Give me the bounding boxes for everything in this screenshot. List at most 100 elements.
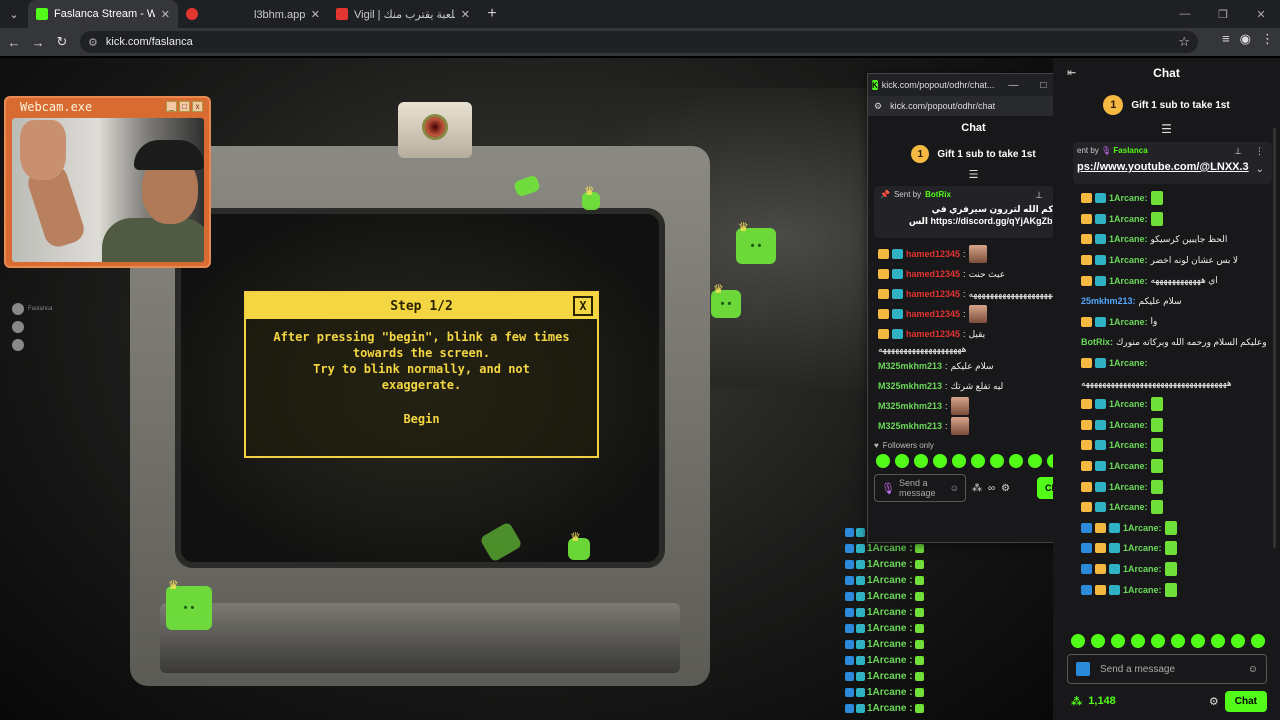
chat-username[interactable]: 1Arcane: (1123, 564, 1162, 574)
more-menu-icon[interactable]: ⋮ (1261, 31, 1274, 47)
chat-username[interactable]: 1Arcane: (1123, 585, 1162, 595)
side-pinned-username[interactable]: Faslanca (1113, 146, 1147, 155)
chat-username[interactable]: 1Arcane: (1109, 193, 1148, 203)
chat-username[interactable]: 1Arcane: (1123, 543, 1162, 553)
tab-l3bhm[interactable]: l3bhm.app | لعبهم ✕ (178, 0, 328, 28)
emote-icon[interactable] (1009, 454, 1023, 468)
chat-username[interactable]: 1Arcane: (1109, 234, 1148, 244)
media-controls-icon[interactable]: ≡ (1222, 31, 1230, 47)
maximize-icon[interactable]: ❐ (1204, 8, 1242, 21)
tab-close-icon[interactable]: ✕ (161, 8, 170, 21)
chat-username[interactable]: M325mkhm213 (878, 381, 942, 391)
emote-icon[interactable] (876, 454, 890, 468)
site-settings-icon[interactable]: ⚙ (874, 101, 882, 112)
chat-username[interactable]: 1Arcane: (1109, 420, 1148, 430)
profile-icon[interactable]: ◉ (1240, 31, 1251, 47)
side-gift-sub-banner[interactable]: 1 Gift 1 sub to take 1st (1053, 88, 1280, 122)
kick-points-icon[interactable]: ⁂ (972, 483, 982, 494)
unpin-icon[interactable]: ⊥ (1234, 146, 1242, 157)
microphone-icon[interactable]: 🎙 (881, 482, 895, 495)
chat-username[interactable]: BotRix: (1081, 337, 1113, 347)
emote-icon[interactable] (1071, 634, 1085, 648)
close-window-icon[interactable]: ✕ (1242, 8, 1280, 21)
chat-username[interactable]: 1Arcane: (1109, 399, 1148, 409)
emote-icon[interactable] (1191, 634, 1205, 648)
reload-icon[interactable]: ↻ (50, 34, 74, 50)
emote-icon[interactable] (1231, 634, 1245, 648)
emote-icon[interactable] (1251, 634, 1265, 648)
chat-username[interactable]: 1Arcane: (1123, 523, 1162, 533)
channel-points-value[interactable]: 1,148 (1088, 695, 1116, 707)
emote-icon[interactable] (933, 454, 947, 468)
new-tab-plus-icon[interactable]: + (478, 5, 506, 23)
chat-username[interactable]: M325mkhm213 (878, 361, 942, 371)
chat-username[interactable]: 1Arcane: (1109, 482, 1148, 492)
emote-icon[interactable] (1171, 634, 1185, 648)
tab-search-chevron-icon[interactable]: ⌄ (0, 8, 28, 21)
collapse-chat-icon[interactable]: ⇤ (1067, 66, 1076, 79)
emoji-icon[interactable]: ☺ (1248, 664, 1258, 675)
tab-faslanca[interactable]: Faslanca Stream - Watch Live o ✕ (28, 0, 178, 28)
chat-username[interactable]: 1Arcane: (1109, 461, 1148, 471)
emote-icon[interactable] (952, 454, 966, 468)
emote-icon[interactable] (895, 454, 909, 468)
channel-points-icon[interactable]: ⁂ (1071, 695, 1082, 708)
side-chat-scrollbar[interactable] (1273, 128, 1276, 548)
chat-username[interactable]: hamed12345 (906, 329, 960, 339)
chat-username[interactable]: M325mkhm213 (878, 421, 942, 431)
tab-close-icon[interactable]: ✕ (311, 8, 320, 21)
emoji-icon[interactable]: ☺ (950, 483, 959, 493)
emote-icon[interactable] (990, 454, 1004, 468)
chat-settings-gear-icon[interactable]: ⚙ (1209, 695, 1219, 708)
site-settings-icon[interactable]: ⚙ (88, 36, 98, 49)
chat-username[interactable]: hamed12345 (906, 309, 960, 319)
side-chat-button[interactable]: Chat (1224, 690, 1267, 712)
chat-username[interactable]: 1Arcane: (1109, 317, 1148, 327)
chat-username[interactable]: 1Arcane: (1109, 358, 1148, 368)
chat-username[interactable]: hamed12345 (906, 289, 960, 299)
side-pinned-link[interactable]: ps://www.youtube.com/@LNXX.3 (1077, 161, 1272, 173)
pinned-expand-chevron-icon[interactable]: ⌄ (1256, 164, 1264, 175)
chat-settings-gear-icon[interactable]: ⚙ (1001, 483, 1010, 494)
tab-vigil[interactable]: Vigil | اللي في اللعبة يقترب منك ✕ (328, 0, 478, 28)
emote-icon[interactable] (971, 454, 985, 468)
chat-username[interactable]: 1Arcane: (1109, 502, 1148, 512)
bookmark-star-icon[interactable]: ☆ (1178, 34, 1190, 50)
side-chat-menu-lines-icon[interactable]: ☰ (1053, 122, 1280, 138)
chat-menu-lines-icon[interactable]: ☰ (868, 168, 1079, 182)
side-message-input[interactable]: Send a message ☺ (1067, 654, 1267, 684)
badge-icon (856, 704, 865, 713)
dialog-close-button[interactable]: X (573, 296, 593, 316)
chat-username[interactable]: 25mkhm213: (1081, 296, 1136, 306)
chat-username[interactable]: 1Arcane: (1109, 276, 1148, 286)
popout-minimize-icon[interactable]: — (998, 80, 1028, 91)
gift-sub-banner[interactable]: 1 Gift 1 sub to take 1st (868, 140, 1079, 168)
pinned-more-icon[interactable]: ⋮ (1255, 146, 1264, 157)
chat-username[interactable]: hamed12345 (906, 249, 960, 259)
tab-close-icon[interactable]: ✕ (461, 8, 470, 21)
minimize-icon[interactable]: — (1166, 8, 1204, 20)
begin-button[interactable]: Begin (260, 411, 583, 427)
pinned-link[interactable]: https://discord.gg/qYjAKgZbUm الس (880, 215, 1067, 227)
popout-url-bar[interactable]: ⚙ kick.com/popout/odhr/chat (868, 96, 1079, 116)
chat-username[interactable]: 1Arcane: (1109, 255, 1148, 265)
pinned-username[interactable]: BotRix (925, 190, 951, 199)
frog-emote-icon (1164, 582, 1177, 597)
emote-icon[interactable] (1111, 634, 1125, 648)
infinity-icon[interactable]: ∞ (988, 483, 995, 494)
url-field[interactable]: ⚙ kick.com/faslanca ☆ (80, 31, 1198, 53)
emote-icon[interactable] (1091, 634, 1105, 648)
chat-username[interactable]: M325mkhm213 (878, 401, 942, 411)
emote-icon[interactable] (1028, 454, 1042, 468)
unpin-icon[interactable]: ⊥ (1035, 190, 1043, 201)
forward-arrow-icon[interactable]: → (26, 35, 50, 50)
emote-icon[interactable] (1151, 634, 1165, 648)
emote-icon[interactable] (1211, 634, 1225, 648)
chat-username[interactable]: 1Arcane: (1109, 214, 1148, 224)
back-arrow-icon[interactable]: ← (2, 35, 26, 50)
emote-icon[interactable] (914, 454, 928, 468)
popout-message-input[interactable]: 🎙 Send a message ☺ (874, 474, 966, 502)
chat-username[interactable]: 1Arcane: (1109, 440, 1148, 450)
emote-icon[interactable] (1131, 634, 1145, 648)
chat-username[interactable]: hamed12345 (906, 269, 960, 279)
